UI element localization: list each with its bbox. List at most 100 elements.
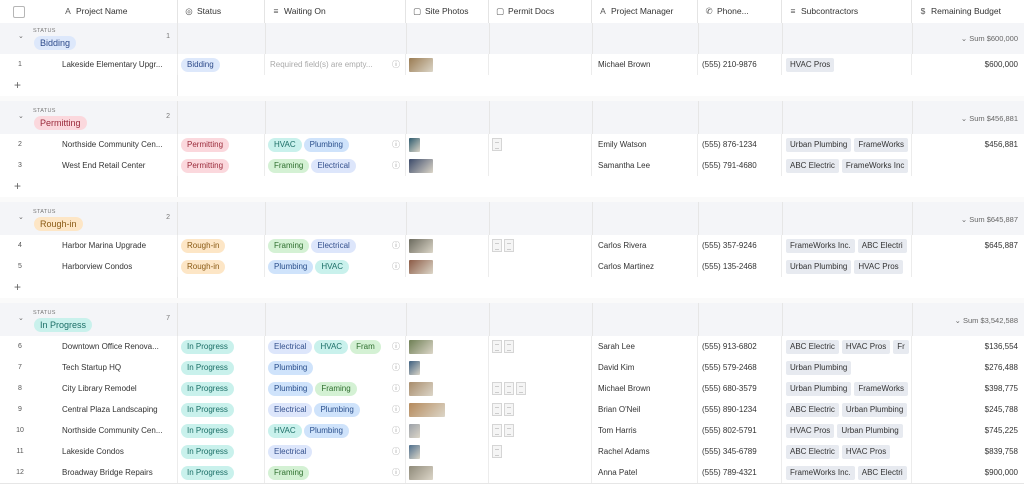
site-photo-thumbnail[interactable] (409, 381, 433, 396)
status-cell[interactable]: Bidding (178, 54, 265, 75)
project-name-cell[interactable]: Lakeside Condos (40, 441, 178, 462)
status-cell[interactable]: In Progress (178, 378, 265, 399)
column-header-status[interactable]: ◎ Status (178, 0, 265, 23)
subcontractors-cell[interactable]: FrameWorks Inc. ABC Electri (782, 235, 912, 256)
document-icon[interactable] (492, 239, 502, 253)
phone-cell[interactable]: (555) 789-4321 (698, 462, 782, 483)
waiting-on-cell[interactable]: Electrical ⓘ (265, 441, 406, 462)
table-row[interactable]: 11 Lakeside Condos In Progress Electrical ⓘ R… (0, 441, 1024, 463)
remaining-budget-cell[interactable]: $245,788 (912, 399, 1024, 420)
remaining-budget-cell[interactable]: $600,000 (912, 54, 1024, 75)
info-icon[interactable]: ⓘ (392, 256, 400, 277)
status-cell[interactable]: Permitting (178, 134, 265, 155)
permit-docs-cell[interactable] (489, 256, 592, 277)
info-icon[interactable]: ⓘ (392, 235, 400, 256)
project-manager-cell[interactable]: Emily Watson (592, 134, 698, 155)
site-photo-thumbnail[interactable] (409, 238, 433, 253)
subcontractors-cell[interactable]: ABC Electric Urban Plumbing (782, 399, 912, 420)
site-photos-cell[interactable] (406, 54, 489, 75)
subcontractors-cell[interactable]: FrameWorks Inc. ABC Electri (782, 462, 912, 483)
site-photos-cell[interactable] (406, 420, 489, 441)
group-header-bidding[interactable]: ⌄ STATUS Bidding 1 ⌄ Sum $600,000 (0, 23, 1024, 55)
chevron-down-icon[interactable]: ⌄ (18, 112, 24, 120)
table-row[interactable]: 6 Downtown Office Renova... In Progress Ele… (0, 336, 1024, 358)
subcontractors-cell[interactable]: HVAC Pros Urban Plumbing (782, 420, 912, 441)
phone-cell[interactable]: (555) 135-2468 (698, 256, 782, 277)
waiting-on-cell[interactable]: Framing ⓘ (265, 462, 406, 483)
project-manager-cell[interactable]: David Kim (592, 357, 698, 378)
project-name-cell[interactable]: City Library Remodel (40, 378, 178, 399)
project-manager-cell[interactable]: Anna Patel (592, 462, 698, 483)
document-icon[interactable] (504, 239, 514, 253)
remaining-budget-cell[interactable]: $276,488 (912, 357, 1024, 378)
waiting-on-cell[interactable]: Electrical Plumbing ⓘ (265, 399, 406, 420)
waiting-on-cell[interactable]: HVAC Plumbing ⓘ (265, 134, 406, 155)
info-icon[interactable]: ⓘ (392, 336, 400, 357)
remaining-budget-cell[interactable]: $839,758 (912, 441, 1024, 462)
table-row[interactable]: 2 Northside Community Cen... Permitting HVA… (0, 134, 1024, 156)
permit-docs-cell[interactable] (489, 441, 592, 462)
table-row[interactable]: 8 City Library Remodel In Progress Plumbing… (0, 378, 1024, 400)
column-header-site-photos[interactable]: ▢ Site Photos (406, 0, 489, 23)
site-photos-cell[interactable] (406, 399, 489, 420)
status-cell[interactable]: Rough-in (178, 235, 265, 256)
table-row[interactable]: 1 Lakeside Elementary Upgr... Bidding Requi… (0, 54, 1024, 76)
phone-cell[interactable]: (555) 913-6802 (698, 336, 782, 357)
waiting-on-cell[interactable]: HVAC Plumbing ⓘ (265, 420, 406, 441)
subcontractors-cell[interactable]: ABC Electric FrameWorks Inc (782, 155, 912, 176)
permit-docs-cell[interactable] (489, 420, 592, 441)
add-row-button[interactable]: + (0, 176, 1024, 198)
waiting-on-cell[interactable]: Framing Electrical ⓘ (265, 235, 406, 256)
phone-cell[interactable]: (555) 876-1234 (698, 134, 782, 155)
info-icon[interactable]: ⓘ (392, 441, 400, 462)
project-name-cell[interactable]: West End Retail Center (40, 155, 178, 176)
phone-cell[interactable]: (555) 210-9876 (698, 54, 782, 75)
permit-docs-cell[interactable] (489, 357, 592, 378)
document-icon[interactable] (504, 403, 514, 417)
project-manager-cell[interactable]: Tom Harris (592, 420, 698, 441)
site-photo-thumbnail[interactable] (409, 137, 420, 152)
site-photo-thumbnail[interactable] (409, 465, 433, 480)
permit-docs-cell[interactable] (489, 54, 592, 75)
phone-cell[interactable]: (555) 345-6789 (698, 441, 782, 462)
permit-docs-cell[interactable] (489, 378, 592, 399)
info-icon[interactable]: ⓘ (392, 155, 400, 176)
waiting-on-cell[interactable]: Plumbing HVAC ⓘ (265, 256, 406, 277)
remaining-budget-cell[interactable]: $900,000 (912, 462, 1024, 483)
project-manager-cell[interactable]: Carlos Martinez (592, 256, 698, 277)
status-cell[interactable]: In Progress (178, 357, 265, 378)
subcontractors-cell[interactable]: Urban Plumbing HVAC Pros (782, 256, 912, 277)
chevron-down-icon[interactable]: ⌄ (18, 32, 24, 40)
document-icon[interactable] (504, 424, 514, 438)
status-cell[interactable]: In Progress (178, 336, 265, 357)
phone-cell[interactable]: (555) 890-1234 (698, 399, 782, 420)
document-icon[interactable] (492, 403, 502, 417)
site-photos-cell[interactable] (406, 235, 489, 256)
site-photos-cell[interactable] (406, 441, 489, 462)
table-row[interactable]: 9 Central Plaza Landscaping In Progress Ele… (0, 399, 1024, 421)
status-cell[interactable]: In Progress (178, 441, 265, 462)
table-row[interactable]: 3 West End Retail Center Permitting Framing… (0, 155, 1024, 177)
site-photo-thumbnail[interactable] (409, 402, 445, 417)
info-icon[interactable]: ⓘ (392, 378, 400, 399)
plus-icon[interactable]: + (14, 78, 21, 92)
project-manager-cell[interactable]: Brian O'Neil (592, 399, 698, 420)
status-cell[interactable]: In Progress (178, 399, 265, 420)
info-icon[interactable]: ⓘ (392, 54, 400, 75)
plus-icon[interactable]: + (14, 280, 21, 294)
project-name-cell[interactable]: Harborview Condos (40, 256, 178, 277)
document-icon[interactable] (504, 382, 514, 396)
add-row-button[interactable]: + (0, 75, 1024, 97)
waiting-on-cell[interactable]: Electrical HVAC Fram ⓘ (265, 336, 406, 357)
column-header-waiting-on[interactable]: ≡ Waiting On (265, 0, 406, 23)
site-photos-cell[interactable] (406, 378, 489, 399)
document-icon[interactable] (492, 340, 502, 354)
project-manager-cell[interactable]: Carlos Rivera (592, 235, 698, 256)
document-icon[interactable] (492, 445, 502, 459)
site-photo-thumbnail[interactable] (409, 423, 420, 438)
permit-docs-cell[interactable] (489, 462, 592, 483)
column-header-phone[interactable]: ✆ Phone... (698, 0, 782, 23)
project-name-cell[interactable]: Downtown Office Renova... (40, 336, 178, 357)
group-header-rough-in[interactable]: ⌄ STATUS Rough-in 2 ⌄ Sum $645,887 (0, 202, 1024, 236)
site-photo-thumbnail[interactable] (409, 158, 433, 173)
